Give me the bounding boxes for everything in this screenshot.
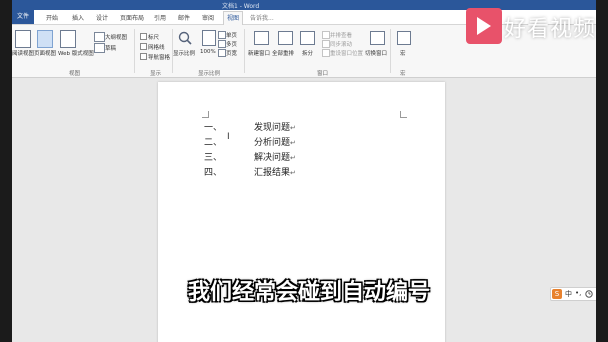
- text-cursor-icon: I: [227, 132, 230, 142]
- web-layout-icon[interactable]: [60, 30, 76, 48]
- print-layout-button[interactable]: 页面视图: [34, 49, 56, 57]
- list-text: 分析问题: [254, 138, 291, 148]
- video-subtitle: 我们经常会碰到自动编号: [188, 280, 431, 305]
- read-mode-icon[interactable]: [15, 30, 31, 48]
- ruler-checkbox[interactable]: [140, 33, 147, 40]
- multi-page-button[interactable]: 多页: [226, 40, 237, 48]
- views-group-label: 视图: [69, 71, 81, 77]
- play-icon: [477, 17, 491, 35]
- list-text: 汇报结果: [254, 168, 291, 178]
- reset-position-button[interactable]: 重设窗口位置: [330, 49, 363, 57]
- group-divider: [390, 29, 391, 73]
- new-window-icon[interactable]: [254, 31, 269, 45]
- switch-windows-button[interactable]: 切换窗口: [365, 49, 387, 57]
- split-icon[interactable]: [300, 31, 315, 45]
- list-item-text[interactable]: 发现问题↵: [254, 120, 296, 133]
- tab-layout[interactable]: 页面布局: [120, 13, 144, 22]
- side-by-side-icon: [322, 31, 330, 39]
- zoom-magnifier-icon[interactable]: [178, 31, 192, 45]
- new-window-button[interactable]: 新建窗口: [248, 49, 270, 57]
- nav-pane-checkbox[interactable]: [140, 53, 147, 60]
- macros-icon[interactable]: [397, 31, 411, 45]
- macros-button[interactable]: 宏: [400, 49, 406, 57]
- ime-toolbar[interactable]: S 中 •,: [550, 287, 596, 301]
- reset-position-icon: [322, 49, 330, 57]
- paragraph-mark: ↵: [290, 139, 296, 147]
- page-width-icon: [218, 49, 226, 57]
- tab-insert[interactable]: 插入: [72, 13, 84, 22]
- gridlines-label: 网格线: [148, 45, 165, 51]
- tell-me-search[interactable]: 告诉我...: [250, 13, 274, 22]
- tab-home[interactable]: 开始: [46, 13, 58, 22]
- page-width-button[interactable]: 页宽: [226, 49, 237, 57]
- group-divider: [244, 29, 245, 73]
- arrange-all-button[interactable]: 全部重排: [272, 49, 294, 57]
- brand-watermark: 好看视频: [504, 17, 597, 42]
- side-by-side-button[interactable]: 并排查看: [330, 31, 352, 39]
- paragraph-mark: ↵: [290, 154, 296, 162]
- video-frame: 文档1 - Word 文件 开始 插入 设计 页面布局 引用 邮件 审阅 视图 …: [0, 0, 608, 342]
- crop-mark: [202, 111, 209, 118]
- gridlines-checkbox[interactable]: [140, 43, 147, 50]
- one-page-button[interactable]: 单页: [226, 31, 237, 39]
- print-layout-icon[interactable]: [37, 30, 53, 48]
- list-number: 一、: [204, 123, 223, 133]
- list-item-text[interactable]: 分析问题↵: [254, 135, 296, 148]
- clock-icon: [585, 290, 593, 298]
- one-page-icon: [218, 31, 226, 39]
- read-mode-button[interactable]: 阅读视图: [12, 49, 34, 57]
- switch-windows-icon[interactable]: [370, 31, 385, 45]
- show-group-label: 显示: [150, 71, 162, 77]
- list-text: 解决问题: [254, 153, 291, 163]
- list-item-text[interactable]: 解决问题↵: [254, 150, 296, 163]
- tab-file[interactable]: 文件: [12, 10, 34, 24]
- tab-view[interactable]: 视图: [223, 11, 244, 26]
- list-text: 发现问题: [254, 123, 291, 133]
- tab-design[interactable]: 设计: [96, 13, 108, 22]
- ime-language[interactable]: 中: [565, 289, 572, 299]
- zoom-button[interactable]: 显示比例: [173, 49, 195, 57]
- crop-mark: [400, 111, 407, 118]
- arrange-all-icon[interactable]: [278, 31, 293, 45]
- paragraph-mark: ↵: [290, 169, 296, 177]
- draft-button[interactable]: 草稿: [105, 44, 116, 52]
- sogou-logo-icon: S: [552, 289, 562, 299]
- group-divider: [134, 29, 135, 73]
- list-number: 三、: [204, 153, 223, 163]
- ruler-label: 标尺: [148, 35, 160, 41]
- sync-scroll-icon: [322, 40, 330, 48]
- tab-mailings[interactable]: 邮件: [178, 13, 190, 22]
- sync-scroll-button[interactable]: 同步滚动: [330, 40, 352, 48]
- hundred-percent-icon[interactable]: [202, 30, 216, 46]
- hundred-percent-button[interactable]: 100%: [200, 49, 216, 55]
- tab-references[interactable]: 引用: [154, 13, 166, 22]
- list-item-text[interactable]: 汇报结果↵: [254, 165, 296, 178]
- outline-button[interactable]: 大纲视图: [105, 33, 127, 41]
- draft-icon: [94, 43, 105, 53]
- multi-page-icon: [218, 40, 226, 48]
- title-bar: 文档1 - Word: [12, 0, 596, 10]
- macros-group-label: 宏: [400, 71, 406, 77]
- paragraph-mark: ↵: [290, 124, 296, 132]
- list-number: 四、: [204, 168, 223, 178]
- list-number: 二、: [204, 138, 223, 148]
- nav-pane-label: 导航窗格: [148, 55, 171, 61]
- zoom-group-label: 显示比例: [198, 71, 221, 77]
- outline-icon: [94, 32, 105, 42]
- ime-punctuation[interactable]: •,: [575, 289, 581, 297]
- split-button[interactable]: 拆分: [302, 49, 313, 57]
- web-layout-button[interactable]: Web 版式视图: [58, 49, 94, 57]
- window-title: 文档1 - Word: [222, 3, 260, 10]
- window-group-label: 窗口: [317, 71, 329, 77]
- tab-review[interactable]: 审阅: [202, 13, 214, 22]
